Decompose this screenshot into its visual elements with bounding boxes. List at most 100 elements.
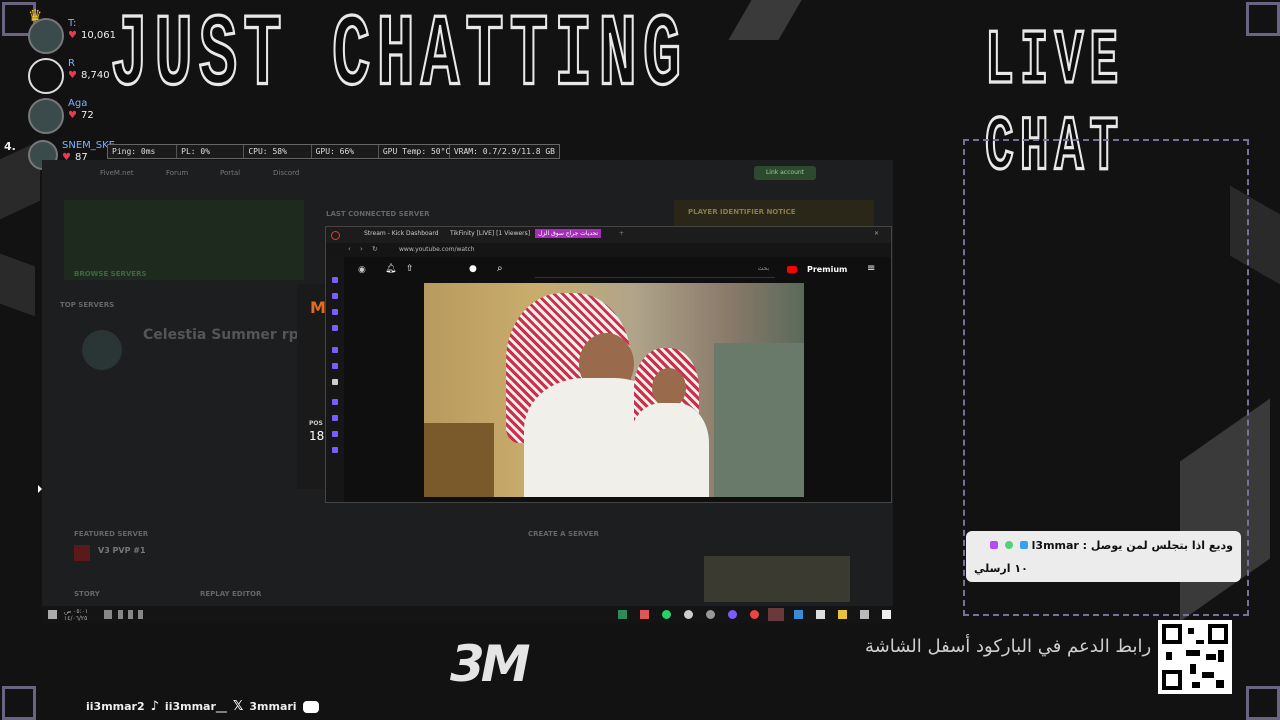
volume-icon[interactable]: [118, 610, 123, 619]
sidebar-icon[interactable]: [332, 309, 338, 315]
new-tab-button[interactable]: +: [619, 230, 624, 237]
leaderboard-row: T: ♥ 10,061: [4, 18, 116, 54]
search-icon[interactable]: ⌕: [497, 263, 503, 274]
taskbar-date: ١٤/٠٦/٢٥: [64, 615, 88, 622]
leaderboard-rank: 4.: [4, 140, 16, 153]
notifications-icon[interactable]: 🔔︎: [385, 264, 396, 274]
video-player[interactable]: [424, 283, 804, 497]
leaderboard-name: T:: [68, 18, 77, 29]
gpu-stat: GPU: 66%: [312, 145, 379, 158]
leaderboard-score: 72: [80, 110, 94, 121]
top-servers-heading: TOP SERVERS: [60, 301, 115, 309]
pos-label: POS: [309, 420, 323, 427]
story-button[interactable]: STORY: [74, 590, 100, 598]
tab-tikfinity[interactable]: TikFinity [LIVE] [1 Viewers]: [450, 230, 530, 237]
opera-icon[interactable]: [728, 610, 737, 619]
sidebar-icon[interactable]: [332, 399, 338, 405]
youtube-premium-logo[interactable]: Premium: [807, 265, 847, 274]
task-view-icon[interactable]: [860, 610, 869, 619]
windows-icon[interactable]: [48, 610, 57, 619]
video-frame: [652, 368, 686, 408]
chat-message: وديع اذا بتجلس لمن يوصل : l3mmar ١٠ ارسل…: [966, 531, 1241, 582]
discord-link[interactable]: Discord: [273, 169, 299, 177]
x-icon[interactable]: [332, 379, 338, 385]
tab-kick-dashboard[interactable]: Stream - Kick Dashboard: [364, 230, 439, 237]
taskbar-time: ٠٥:٠١ ص: [64, 608, 89, 615]
sidebar-icon[interactable]: [332, 363, 338, 369]
m-logo-icon: M: [310, 298, 326, 317]
video-frame: [629, 403, 709, 497]
url-field[interactable]: www.youtube.com/watch: [399, 246, 475, 253]
back-icon[interactable]: ‹: [348, 245, 351, 253]
tiktok-handle: ii3mmar__: [164, 700, 227, 713]
mouse-cursor-icon: [38, 485, 42, 493]
background-shard: [728, 0, 802, 40]
portal-link[interactable]: Portal: [220, 169, 240, 177]
x-handle: 3mmari: [249, 700, 297, 713]
sidebar-icon[interactable]: [332, 277, 338, 283]
forward-icon[interactable]: ›: [360, 245, 363, 253]
search-placeholder: بحث: [757, 265, 769, 272]
fivem-link[interactable]: FiveM.net: [100, 169, 134, 177]
heart-icon: ♥: [68, 70, 77, 81]
packet-loss-stat: PL: 0%: [177, 145, 245, 158]
obs-icon[interactable]: [750, 610, 759, 619]
taskbar: ٠٥:٠١ ص ١٤/٠٦/٢٥: [42, 606, 893, 623]
upload-icon[interactable]: ⇧: [406, 264, 414, 274]
microphone-icon[interactable]: ●: [469, 264, 477, 274]
leaderboard-score: 10,061: [80, 30, 116, 41]
leaderboard-row: R ♥ 8,740: [4, 58, 110, 94]
browse-servers-panel[interactable]: [64, 200, 304, 280]
verified-icon: [1004, 541, 1013, 549]
app-icon[interactable]: [794, 610, 803, 619]
sidebar-icon[interactable]: [332, 347, 338, 353]
sidebar-icon[interactable]: [332, 325, 338, 331]
player-identifier-heading: PLAYER IDENTIFIER NOTICE: [688, 208, 796, 216]
start-icon[interactable]: [882, 610, 891, 619]
youtube-header: ◉ 🔔︎ ⇧ ● ⌕ بحث Premium ≡: [345, 258, 890, 283]
ping-stat: Ping: 0ms: [108, 145, 178, 158]
app-icon[interactable]: [618, 610, 627, 619]
pos-value: 18: [309, 429, 325, 443]
search-input[interactable]: بحث: [535, 265, 775, 278]
app-icon[interactable]: [684, 610, 693, 619]
video-frame: [714, 343, 804, 497]
keyboard-icon[interactable]: [104, 610, 112, 619]
avatar[interactable]: ◉: [358, 265, 366, 275]
create-server-heading: CREATE A SERVER: [528, 530, 599, 538]
badge-icon: [1019, 541, 1028, 549]
browser-sidebar: [326, 257, 344, 502]
wifi-icon[interactable]: [128, 610, 133, 619]
app-icon[interactable]: [816, 610, 825, 619]
heart-icon: ♥: [68, 110, 77, 121]
menu-icon[interactable]: ≡: [867, 263, 875, 274]
channel-logo: 3M: [450, 635, 531, 693]
vram-stat: VRAM: 0.7/2.9/11.8 GB: [453, 147, 555, 156]
sidebar-icon[interactable]: [332, 431, 338, 437]
microphone-icon[interactable]: [138, 610, 143, 619]
heart-icon: ♥: [68, 30, 77, 41]
opera-icon: [331, 231, 340, 240]
forum-link[interactable]: Forum: [166, 169, 188, 177]
file-explorer-icon[interactable]: [838, 610, 847, 619]
sidebar-icon[interactable]: [332, 293, 338, 299]
qr-code: [1158, 620, 1232, 694]
replay-editor-button[interactable]: REPLAY EDITOR: [200, 590, 261, 598]
link-account-button[interactable]: Link account: [754, 166, 816, 180]
sidebar-icon[interactable]: [332, 415, 338, 421]
app-icon[interactable]: [768, 608, 784, 621]
close-window-icon[interactable]: ✕: [874, 230, 879, 237]
app-icon[interactable]: [706, 610, 715, 619]
avatar: [28, 98, 64, 134]
socials-bar: ii3mmar2 ♪ ii3mmar__ 𝕏 3mmari: [86, 699, 319, 714]
reload-icon[interactable]: ↻: [372, 245, 378, 253]
taskbar-clock: ٠٥:٠١ ص ١٤/٠٦/٢٥: [64, 608, 88, 622]
tab-youtube[interactable]: تحديات جراج سوق الزل: [535, 229, 602, 238]
featured-server-name: V3 PVP #1: [98, 546, 146, 555]
settings-icon[interactable]: [332, 447, 338, 453]
whatsapp-icon[interactable]: [662, 610, 671, 619]
chat-message-text: وديع اذا بتجلس لمن يوصل : l3mmar: [987, 539, 1233, 552]
corner-ornament: [2, 686, 36, 720]
app-icon[interactable]: [640, 610, 649, 619]
category-title: JUST CHATTING: [109, 0, 688, 117]
